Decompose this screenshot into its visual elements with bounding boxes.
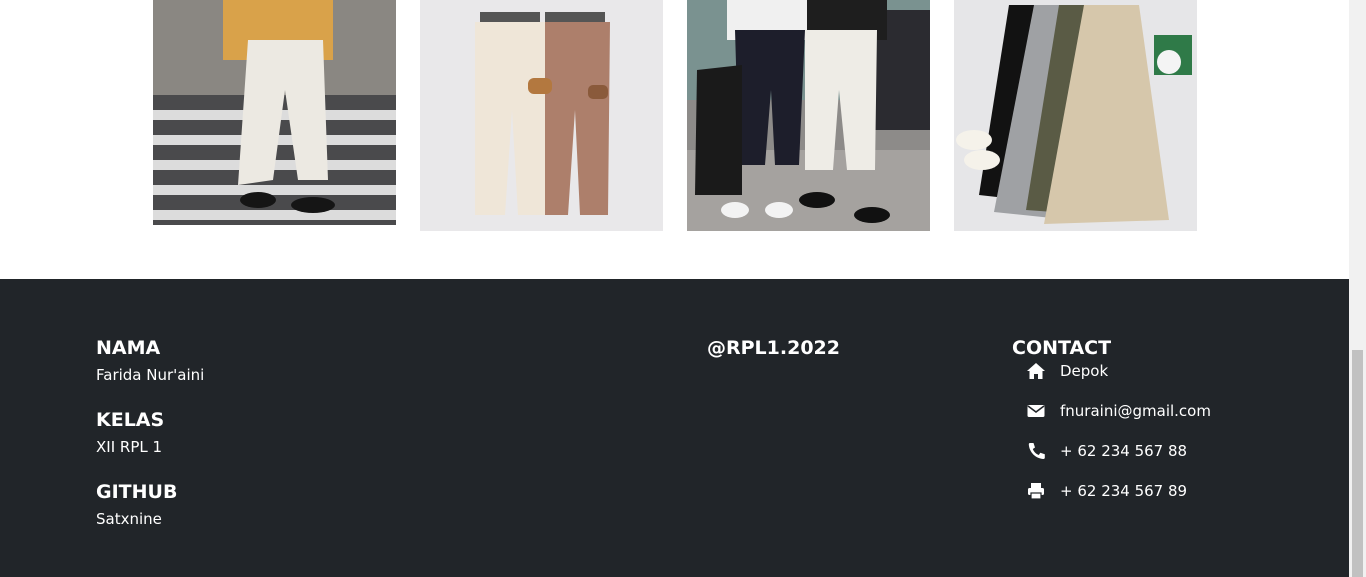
- contact-list: Depok fnuraini@gmail.com + 62 234 567 88…: [1026, 359, 1326, 519]
- footer-handle: @RPL1.2022: [707, 335, 840, 361]
- page-content: NAMA Farida Nur'aini KELAS XII RPL 1 GIT…: [0, 0, 1349, 577]
- product-image-1[interactable]: [153, 0, 396, 225]
- kelas-heading: KELAS: [96, 409, 165, 431]
- handle-text: @RPL1.2022: [707, 337, 840, 359]
- page: NAMA Farida Nur'aini KELAS XII RPL 1 GIT…: [0, 0, 1366, 577]
- github-value: Satxnine: [96, 510, 162, 528]
- scrollbar-thumb[interactable]: [1352, 350, 1363, 577]
- contact-phone-text[interactable]: + 62 234 567 88: [1060, 439, 1187, 463]
- product-image-2[interactable]: [420, 0, 663, 231]
- nama-block: NAMA Farida Nur'aini: [96, 335, 204, 407]
- vertical-scrollbar[interactable]: [1349, 0, 1366, 577]
- contact-email-text[interactable]: fnuraini@gmail.com: [1060, 399, 1211, 423]
- nama-heading: NAMA: [96, 337, 161, 359]
- contact-item-address: Depok: [1026, 359, 1326, 399]
- kelas-block: KELAS XII RPL 1: [96, 407, 204, 479]
- kelas-value: XII RPL 1: [96, 438, 163, 456]
- product-image-4[interactable]: [954, 0, 1197, 231]
- contact-fax-text: + 62 234 567 89: [1060, 482, 1188, 500]
- contact-heading: CONTACT: [1012, 337, 1112, 359]
- contact-item-phone[interactable]: + 62 234 567 88: [1026, 439, 1326, 479]
- site-footer: NAMA Farida Nur'aini KELAS XII RPL 1 GIT…: [0, 279, 1349, 577]
- product-image-3[interactable]: [687, 0, 930, 231]
- contact-address-text: Depok: [1060, 362, 1109, 380]
- product-gallery: [0, 0, 1349, 279]
- github-block: GITHUB Satxnine: [96, 479, 204, 551]
- envelope-icon: [1026, 402, 1046, 420]
- contact-item-fax: + 62 234 567 89: [1026, 479, 1326, 519]
- print-icon: [1026, 482, 1046, 500]
- footer-profile: NAMA Farida Nur'aini KELAS XII RPL 1 GIT…: [96, 335, 204, 551]
- footer-contact: CONTACT Depok fnuraini@gmail.com + 62 23…: [1012, 335, 1211, 500]
- github-heading: GITHUB: [96, 481, 178, 503]
- phone-icon: [1026, 442, 1046, 460]
- nama-value: Farida Nur'aini: [96, 366, 205, 384]
- contact-item-email[interactable]: fnuraini@gmail.com: [1026, 399, 1326, 439]
- home-icon: [1026, 362, 1046, 380]
